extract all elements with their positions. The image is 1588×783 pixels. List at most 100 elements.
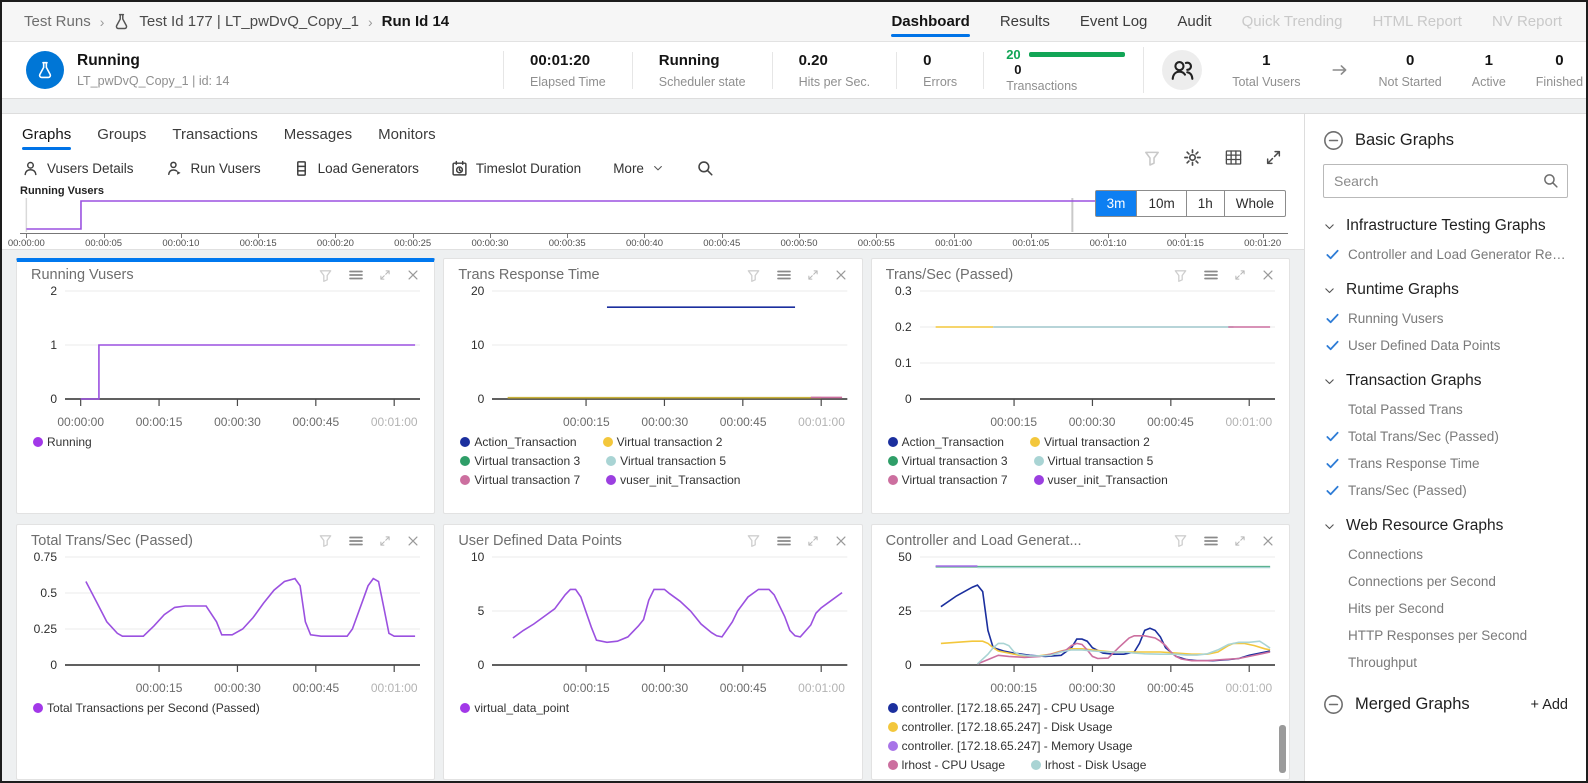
graph-item-controller-and-load-generator-resour[interactable]: Controller and Load Generator Resour...: [1325, 247, 1568, 262]
range-1h-button[interactable]: 1h: [1187, 191, 1225, 216]
legend-item[interactable]: Virtual transaction 5: [1034, 454, 1154, 468]
graph-item-http-responses-per-second[interactable]: HTTP Responses per Second: [1325, 628, 1568, 643]
legend-item[interactable]: Virtual transaction 2: [603, 435, 723, 449]
graph-item-label: User Defined Data Points: [1348, 338, 1500, 353]
filter-icon[interactable]: [746, 268, 761, 283]
close-icon[interactable]: [1261, 534, 1275, 548]
legend-item[interactable]: lrhost - CPU Usage: [888, 758, 1005, 772]
legend-item[interactable]: Running: [33, 435, 92, 449]
gear-icon[interactable]: [1183, 148, 1202, 167]
chart-plot[interactable]: [492, 285, 847, 413]
menu-icon[interactable]: [776, 267, 792, 283]
graph-item-connections[interactable]: Connections: [1325, 547, 1568, 562]
legend-item[interactable]: Virtual transaction 5: [606, 454, 726, 468]
run-vusers-button[interactable]: Run Vusers: [166, 160, 261, 177]
group-header-transaction-graphs[interactable]: Transaction Graphs: [1323, 372, 1568, 390]
tab-monitors[interactable]: Monitors: [378, 126, 436, 150]
legend-item[interactable]: Virtual transaction 2: [1030, 435, 1150, 449]
graph-item-throughput[interactable]: Throughput: [1325, 655, 1568, 670]
close-icon[interactable]: [406, 534, 420, 548]
legend-scrollbar[interactable]: [1279, 725, 1286, 773]
legend-item[interactable]: controller. [172.18.65.247] - CPU Usage: [888, 701, 1115, 715]
group-header-runtime-graphs[interactable]: Runtime Graphs: [1323, 281, 1568, 299]
filter-icon[interactable]: [1173, 533, 1188, 548]
group-header-infrastructure-testing-graphs[interactable]: Infrastructure Testing Graphs: [1323, 217, 1568, 235]
legend-item[interactable]: Action_Transaction: [888, 435, 1004, 449]
load-generators-button[interactable]: Load Generators: [293, 160, 419, 177]
expand-icon[interactable]: [807, 535, 819, 547]
legend-item[interactable]: Virtual transaction 3: [888, 454, 1008, 468]
legend-item[interactable]: vuser_init_Transaction: [606, 473, 740, 487]
filter-icon[interactable]: [318, 533, 333, 548]
top-tab-results[interactable]: Results: [1000, 2, 1050, 41]
table-view-icon[interactable]: [1224, 148, 1243, 167]
search-icon[interactable]: [696, 159, 714, 177]
expand-icon[interactable]: [1234, 535, 1246, 547]
tab-groups[interactable]: Groups: [97, 126, 146, 150]
group-header-web-resource-graphs[interactable]: Web Resource Graphs: [1323, 517, 1568, 535]
legend-item[interactable]: Action_Transaction: [460, 435, 576, 449]
breadcrumb-test-runs[interactable]: Test Runs: [24, 13, 91, 30]
range-whole-button[interactable]: Whole: [1225, 191, 1285, 216]
close-icon[interactable]: [406, 268, 420, 282]
top-tab-event-log[interactable]: Event Log: [1080, 2, 1148, 41]
tab-transactions[interactable]: Transactions: [172, 126, 257, 150]
tab-messages[interactable]: Messages: [284, 126, 352, 150]
menu-icon[interactable]: [1203, 533, 1219, 549]
chart-plot[interactable]: [65, 285, 420, 413]
vusers-icon[interactable]: [1162, 50, 1202, 90]
menu-icon[interactable]: [348, 533, 364, 549]
menu-icon[interactable]: [776, 533, 792, 549]
graph-item-trans-response-time[interactable]: Trans Response Time: [1325, 456, 1568, 471]
vusers-details-button[interactable]: Vusers Details: [22, 160, 134, 177]
graph-item-connections-per-second[interactable]: Connections per Second: [1325, 574, 1568, 589]
menu-icon[interactable]: [348, 267, 364, 283]
range-3m-button[interactable]: 3m: [1096, 191, 1138, 216]
range-10m-button[interactable]: 10m: [1137, 191, 1186, 216]
legend-item[interactable]: Total Transactions per Second (Passed): [33, 701, 260, 715]
chart-plot[interactable]: [492, 551, 847, 679]
more-button[interactable]: More: [613, 161, 664, 176]
graph-item-hits-per-second[interactable]: Hits per Second: [1325, 601, 1568, 616]
expand-icon[interactable]: [379, 535, 391, 547]
filter-icon[interactable]: [318, 268, 333, 283]
add-merged-graph-button[interactable]: + Add: [1531, 697, 1569, 713]
close-icon[interactable]: [1261, 268, 1275, 282]
legend-item[interactable]: Virtual transaction 3: [460, 454, 580, 468]
filter-icon[interactable]: [1173, 268, 1188, 283]
close-icon[interactable]: [834, 534, 848, 548]
expand-icon[interactable]: [1234, 269, 1246, 281]
expand-icon[interactable]: [807, 269, 819, 281]
filter-icon[interactable]: [746, 533, 761, 548]
menu-icon[interactable]: [1203, 267, 1219, 283]
legend-item[interactable]: lrhost - Memory Usage: [888, 777, 1023, 780]
graph-item-total-passed-trans[interactable]: Total Passed Trans: [1325, 402, 1568, 417]
tab-graphs[interactable]: Graphs: [22, 126, 71, 150]
legend-item[interactable]: lrhost - Disk Usage: [1031, 758, 1146, 772]
expand-icon[interactable]: [379, 269, 391, 281]
graph-item-trans-sec-passed[interactable]: Trans/Sec (Passed): [1325, 483, 1568, 498]
legend-item[interactable]: Virtual transaction 7: [888, 473, 1008, 487]
collapse-icon[interactable]: [1323, 694, 1344, 715]
legend-item[interactable]: virtual_data_point: [460, 701, 569, 715]
top-tab-dashboard[interactable]: Dashboard: [891, 2, 969, 41]
legend-item[interactable]: controller. [172.18.65.247] - Memory Usa…: [888, 739, 1133, 753]
graph-item-running-vusers[interactable]: Running Vusers: [1325, 311, 1568, 326]
chart-plot[interactable]: [920, 285, 1275, 413]
chart-plot[interactable]: [920, 551, 1275, 679]
filter-icon[interactable]: [1143, 149, 1161, 167]
timeslot-duration-button[interactable]: Timeslot Duration: [451, 160, 581, 177]
chart-plot[interactable]: [65, 551, 420, 679]
breadcrumb-test-id[interactable]: Test Id 177 | LT_pwDvQ_Copy_1: [139, 13, 359, 30]
legend-item[interactable]: Virtual transaction 7: [460, 473, 580, 487]
graph-item-total-trans-sec-passed[interactable]: Total Trans/Sec (Passed): [1325, 429, 1568, 444]
legend-item[interactable]: controller. [172.18.65.247] - Disk Usage: [888, 720, 1113, 734]
collapse-icon[interactable]: [1323, 130, 1344, 151]
search-icon[interactable]: [1542, 172, 1559, 189]
expand-icon[interactable]: [1265, 149, 1282, 166]
graph-search-input[interactable]: [1323, 164, 1568, 198]
legend-item[interactable]: vuser_init_Transaction: [1034, 473, 1168, 487]
graph-item-user-defined-data-points[interactable]: User Defined Data Points: [1325, 338, 1568, 353]
close-icon[interactable]: [834, 268, 848, 282]
top-tab-audit[interactable]: Audit: [1177, 2, 1211, 41]
